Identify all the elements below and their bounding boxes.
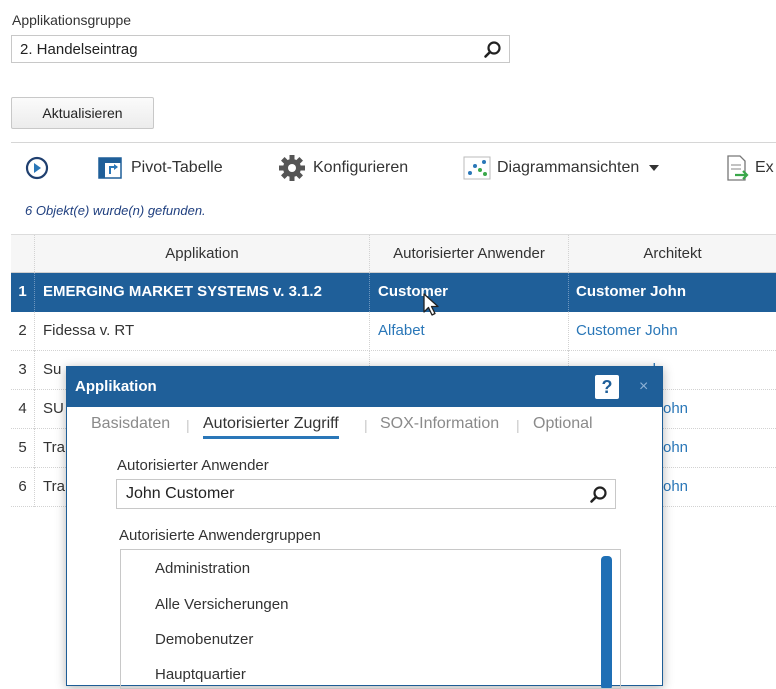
authorized-user-groups-label: Autorisierte Anwendergruppen	[119, 527, 321, 544]
application-cell[interactable]: Fidessa v. RT	[35, 312, 370, 351]
close-button[interactable]: ×	[639, 375, 648, 399]
tab-separator: |	[364, 417, 368, 433]
application-group-label: Applikationsgruppe	[12, 12, 132, 28]
gear-icon	[279, 155, 305, 181]
list-scrollbar[interactable]	[601, 556, 612, 688]
pivot-table-button[interactable]: Pivot-Tabelle	[97, 143, 223, 193]
chart-views-dropdown[interactable]: Diagrammansichten	[463, 143, 667, 193]
toolbar: Pivot-Tabelle Konfigurieren Diagrammansi…	[11, 142, 776, 196]
scatter-chart-icon	[463, 156, 491, 180]
authorized-user-field[interactable]: John Customer	[116, 479, 616, 509]
run-button[interactable]	[25, 143, 55, 193]
authorized-user-link[interactable]: Alfabet	[370, 312, 569, 351]
column-header-application[interactable]: Applikation	[35, 235, 370, 274]
column-header-architect[interactable]: Architekt	[569, 235, 776, 274]
chart-views-label: Diagrammansichten	[497, 159, 640, 176]
row-number: 3	[11, 351, 35, 390]
tab-authorized-access[interactable]: Autorisierter Zugriff	[203, 415, 339, 439]
list-item[interactable]: Administration	[155, 560, 250, 577]
dialog-title: Applikation	[75, 378, 157, 395]
export-button[interactable]: Ex	[725, 143, 774, 193]
list-item[interactable]: Hauptquartier	[155, 666, 246, 683]
row-number: 1	[11, 273, 35, 312]
tab-separator: |	[516, 417, 520, 433]
refresh-button[interactable]: Aktualisieren	[11, 97, 154, 129]
authorized-user-cell[interactable]: Customer	[370, 273, 569, 312]
configure-label: Konfigurieren	[313, 159, 409, 176]
help-button[interactable]: ?	[595, 375, 619, 399]
user-groups-list[interactable]: Administration Alle Versicherungen Demob…	[120, 549, 621, 689]
dialog-header: Applikation ? ×	[67, 367, 662, 407]
mouse-pointer-icon	[423, 293, 439, 316]
table-header-row: Applikation Autorisierter Anwender Archi…	[11, 234, 776, 274]
table-row[interactable]: 1 EMERGING MARKET SYSTEMS v. 3.1.2 Custo…	[11, 273, 776, 312]
application-group-value: 2. Handelseintrag	[20, 41, 138, 58]
export-label: Ex	[755, 159, 774, 176]
export-icon	[727, 155, 749, 181]
row-number: 6	[11, 468, 35, 507]
search-icon[interactable]	[589, 485, 609, 505]
result-count-text: 6 Objekt(e) wurde(n) gefunden.	[25, 203, 206, 218]
pivot-table-icon	[98, 157, 122, 179]
tab-optional[interactable]: Optional	[533, 415, 593, 433]
column-header-authorized-user[interactable]: Autorisierter Anwender	[370, 235, 569, 274]
configure-button[interactable]: Konfigurieren	[277, 143, 408, 193]
list-item[interactable]: Demobenutzer	[155, 631, 253, 648]
application-dialog: Applikation ? × Basisdaten | Autorisiert…	[66, 366, 663, 689]
search-icon[interactable]	[483, 40, 503, 60]
architect-link[interactable]: Customer John	[569, 312, 776, 351]
architect-cell[interactable]: Customer John	[569, 273, 776, 312]
authorized-user-value: John Customer	[126, 485, 235, 502]
tab-sox-information[interactable]: SOX-Information	[380, 415, 499, 433]
row-number: 2	[11, 312, 35, 351]
list-item[interactable]: Alle Versicherungen	[155, 596, 288, 613]
application-cell[interactable]: EMERGING MARKET SYSTEMS v. 3.1.2	[35, 273, 370, 312]
caret-down-icon	[649, 165, 660, 171]
row-number: 4	[11, 390, 35, 429]
tab-separator: |	[186, 417, 190, 433]
dialog-tabs: Basisdaten | Autorisierter Zugriff | SOX…	[67, 415, 662, 441]
table-row[interactable]: 2 Fidessa v. RT Alfabet Customer John	[11, 312, 776, 351]
authorized-user-label: Autorisierter Anwender	[117, 457, 269, 474]
application-group-field[interactable]: 2. Handelseintrag	[11, 35, 510, 63]
tab-basic-data[interactable]: Basisdaten	[91, 415, 170, 433]
play-icon	[25, 156, 49, 180]
pivot-table-label: Pivot-Tabelle	[131, 159, 223, 176]
row-number: 5	[11, 429, 35, 468]
row-number-header	[11, 235, 35, 274]
